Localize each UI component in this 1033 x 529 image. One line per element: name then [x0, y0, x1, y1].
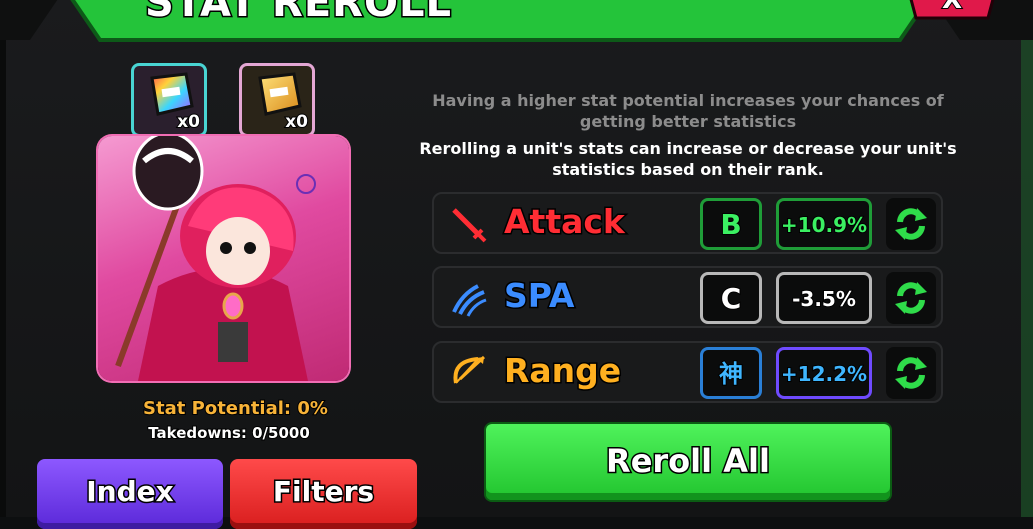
stat-row-attack: Attack B +10.9%	[432, 192, 943, 254]
close-label: X	[942, 0, 962, 15]
reroll-all-label: Reroll All	[605, 441, 772, 482]
stat-ticket-slot[interactable]: x0	[239, 63, 315, 137]
reroll-range-button[interactable]	[886, 347, 936, 399]
bow-icon	[453, 355, 486, 384]
filters-button[interactable]: Filters	[230, 459, 417, 529]
title-banner: STAT REROLL	[0, 0, 1033, 44]
refresh-icon	[895, 282, 927, 314]
unit-character-image	[115, 136, 316, 381]
unit-portrait[interactable]	[98, 136, 349, 381]
reroll-all-button[interactable]: Reroll All	[486, 424, 890, 500]
stat-ticket-slot[interactable]: x0	[131, 63, 207, 137]
reroll-spa-button[interactable]	[886, 272, 936, 324]
close-icon[interactable]: X	[898, 0, 1006, 30]
stat-grade-badge: 神	[700, 347, 762, 399]
reroll-attack-button[interactable]	[886, 198, 936, 250]
stat-percent: +12.2%	[776, 347, 872, 399]
refresh-icon	[895, 357, 927, 389]
stat-potential-hint: Having a higher stat potential increases…	[432, 91, 944, 131]
stat-name: Attack	[503, 201, 627, 243]
window-side-rail	[1021, 40, 1033, 517]
ticket-count: x0	[284, 111, 309, 133]
sword-icon	[452, 208, 487, 243]
stat-grade-badge: C	[700, 272, 762, 324]
claw-icon	[452, 284, 487, 317]
stat-potential: Stat Potential: 0%	[142, 397, 329, 420]
stat-reroll-window: STAT REROLL X x0 x0 Stat Potential: 0% T…	[0, 0, 1033, 529]
reroll-description: Rerolling a unit's stats can increase or…	[419, 139, 957, 179]
ticket-count: x0	[176, 111, 201, 133]
window-title: STAT REROLL	[144, 0, 453, 28]
filters-button-label: Filters	[271, 474, 375, 510]
window-edge	[0, 0, 6, 517]
stat-name: Range	[502, 350, 622, 392]
stat-name: SPA	[502, 275, 575, 317]
index-button[interactable]: Index	[37, 459, 223, 529]
refresh-icon	[895, 208, 927, 240]
index-button-label: Index	[85, 474, 175, 510]
stat-row-range: Range 神 +12.2%	[432, 341, 943, 403]
takedowns-count: Takedowns: 0/5000	[147, 423, 311, 443]
stat-percent: -3.5%	[776, 272, 872, 324]
stat-grade-badge: B	[700, 198, 762, 250]
stat-row-spa: SPA C -3.5%	[432, 266, 943, 328]
stat-percent: +10.9%	[776, 198, 872, 250]
